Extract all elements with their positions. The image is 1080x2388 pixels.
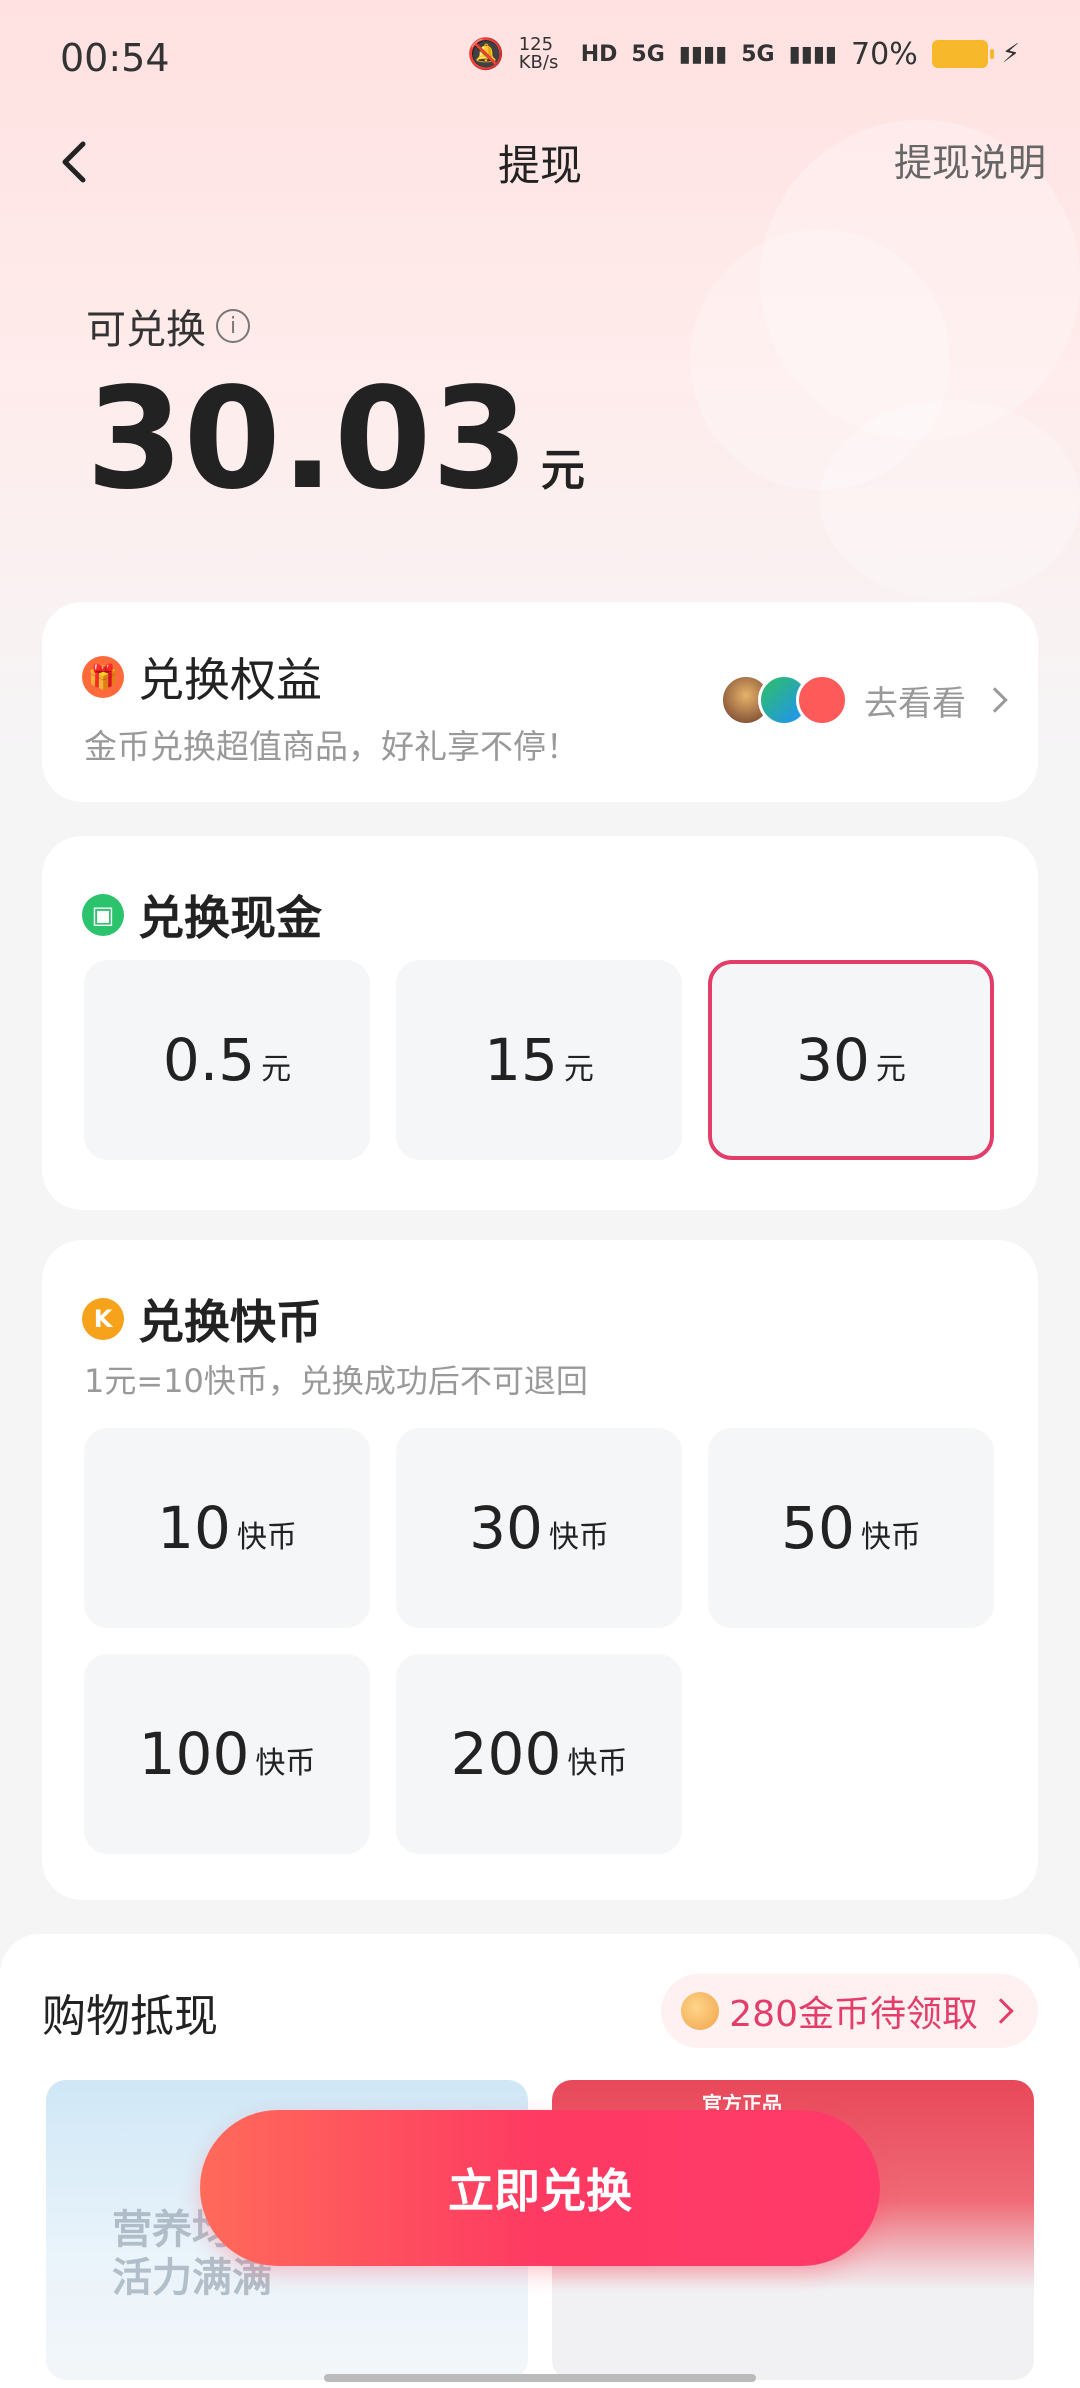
signal-2: 5G <box>741 41 775 67</box>
cash-options: 0.5 元 15 元 30 元 <box>84 960 996 1160</box>
benefits-title: 🎁 兑换权益 <box>82 644 322 710</box>
coin-option[interactable]: 10 快币 <box>84 1428 370 1628</box>
signal-icon: ▮▮▮▮ <box>788 41 838 67</box>
option-unit: 快币 <box>567 1746 628 1781</box>
option-value: 200 <box>450 1720 562 1788</box>
option-unit: 元 <box>875 1052 906 1087</box>
option-unit: 元 <box>261 1052 292 1087</box>
shopping-title: 购物抵现 <box>42 1991 218 2042</box>
coin-subtitle: 1元=10快币，兑换成功后不可退回 <box>84 1362 588 1400</box>
cash-option[interactable]: 15 元 <box>396 960 682 1160</box>
option-value: 100 <box>138 1720 250 1788</box>
benefits-link[interactable]: 去看看 <box>720 674 1008 726</box>
balance: 30.03 元 <box>86 370 585 510</box>
coin-title: K 兑换快币 <box>82 1286 322 1352</box>
coin-title-text: 兑换快币 <box>138 1295 322 1349</box>
chevron-right-icon <box>982 687 1008 713</box>
k-coin-icon: K <box>82 1298 124 1340</box>
benefits-subtitle: 金币兑换超值商品，好礼享不停！ <box>84 727 579 766</box>
coin-options: 10 快币 30 快币 50 快币 100 快币 200 快币 <box>84 1428 996 1854</box>
gold-coin-icon <box>681 1992 720 2030</box>
cash-option[interactable]: 0.5 元 <box>84 960 370 1160</box>
home-indicator[interactable] <box>324 2374 756 2382</box>
option-value: 30 <box>469 1494 543 1562</box>
balance-amount: 30.03 <box>86 358 529 521</box>
cash-exchange-card: ▣ 兑换现金 0.5 元 15 元 30 元 <box>42 836 1038 1210</box>
option-value: 50 <box>781 1494 855 1562</box>
option-unit: 快币 <box>860 1520 921 1555</box>
status-icons: 🔕 125 KB/s HD 5G ▮▮▮▮ 5G ▮▮▮▮ 70% ⚡ <box>467 36 1020 72</box>
coin-option[interactable]: 30 快币 <box>396 1428 682 1628</box>
hd-icon: HD <box>580 41 618 67</box>
option-unit: 元 <box>563 1052 594 1087</box>
mute-icon: 🔕 <box>467 36 505 72</box>
option-value: 10 <box>157 1494 231 1562</box>
coin-exchange-card: K 兑换快币 1元=10快币，兑换成功后不可退回 10 快币 30 快币 50 … <box>42 1240 1038 1900</box>
gift-icon: 🎁 <box>82 656 124 698</box>
balance-label: 可兑换 i <box>86 297 250 355</box>
status-time: 00:54 <box>60 36 170 80</box>
benefit-avatars <box>720 674 848 726</box>
battery-icon <box>931 40 994 68</box>
coupon-icon <box>796 674 848 726</box>
chevron-right-icon <box>988 1998 1014 2024</box>
withdraw-instructions-link[interactable]: 提现说明 <box>894 132 1046 187</box>
option-unit: 快币 <box>548 1520 609 1555</box>
cash-option-selected[interactable]: 30 元 <box>708 960 994 1160</box>
option-value: 0.5 <box>162 1026 256 1094</box>
coins-pending-button[interactable]: 280金币待领取 <box>661 1974 1038 2048</box>
balance-unit: 元 <box>540 445 585 496</box>
nav-bar: 提现 提现说明 <box>0 110 1080 230</box>
info-icon[interactable]: i <box>216 309 250 343</box>
balance-label-text: 可兑换 <box>86 307 206 353</box>
battery-percent: 70% <box>851 36 918 72</box>
coins-pending-text: 280金币待领取 <box>729 1994 978 2035</box>
net-speed: 125 KB/s <box>518 34 559 73</box>
coin-option[interactable]: 200 快币 <box>396 1654 682 1854</box>
charging-icon: ⚡ <box>1001 39 1020 69</box>
coin-option[interactable]: 100 快币 <box>84 1654 370 1854</box>
benefits-title-text: 兑换权益 <box>138 653 322 707</box>
cash-icon: ▣ <box>82 894 124 936</box>
benefits-card[interactable]: 🎁 兑换权益 金币兑换超值商品，好礼享不停！ 去看看 <box>42 602 1038 802</box>
option-value: 30 <box>796 1026 870 1094</box>
decor-circle <box>820 400 1080 600</box>
cash-title: ▣ 兑换现金 <box>82 882 322 948</box>
option-unit: 快币 <box>236 1520 297 1555</box>
signal-icon: ▮▮▮▮ <box>678 41 728 67</box>
option-value: 15 <box>484 1026 558 1094</box>
option-unit: 快币 <box>255 1746 316 1781</box>
coin-option[interactable]: 50 快币 <box>708 1428 994 1628</box>
cash-title-text: 兑换现金 <box>138 891 322 945</box>
exchange-now-button[interactable]: 立即兑换 <box>200 2110 880 2266</box>
go-see-text: 去看看 <box>864 683 966 724</box>
signal-1: 5G <box>631 41 665 67</box>
status-bar: 00:54 🔕 125 KB/s HD 5G ▮▮▮▮ 5G ▮▮▮▮ 70% … <box>0 0 1080 120</box>
